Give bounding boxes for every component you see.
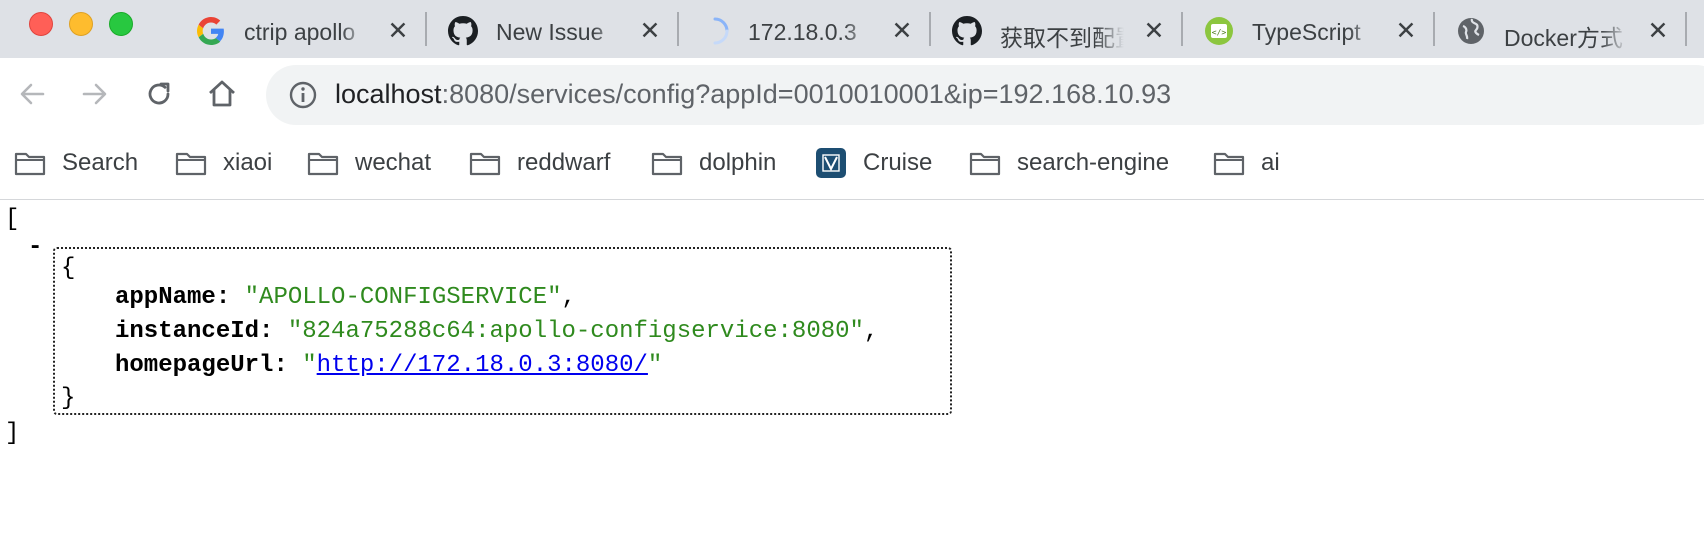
- bookmark-label: Search: [62, 149, 139, 176]
- bookmark-label: ai: [1261, 149, 1280, 176]
- tab-title: Docker方式: [1504, 25, 1623, 51]
- tab-172-18-0-3[interactable]: 172.18.0.3 ✕: [700, 6, 930, 52]
- json-field-appname: appName: "APOLLO-CONFIGSERVICE",: [115, 284, 576, 311]
- back-button[interactable]: [14, 78, 50, 114]
- github-icon: [952, 16, 982, 46]
- arrow-left-icon: [17, 79, 47, 114]
- bookmark-label: Cruise: [863, 149, 933, 176]
- collapse-toggle[interactable]: -: [28, 234, 42, 261]
- folder-icon: [651, 149, 683, 177]
- site-info-icon[interactable]: [288, 80, 318, 110]
- tab-title: ctrip apollo: [244, 19, 356, 45]
- home-icon: [206, 78, 238, 115]
- tab-title: TypeScript: [1252, 19, 1361, 45]
- minimize-window-button[interactable]: [69, 12, 93, 36]
- google-icon: [196, 16, 226, 46]
- object-close-brace: }: [61, 385, 76, 412]
- bookmark-reddwarf[interactable]: reddwarf: [469, 146, 610, 180]
- bookmark-label: wechat: [355, 149, 432, 176]
- folder-icon: [1213, 149, 1245, 177]
- close-icon[interactable]: ✕: [1646, 19, 1670, 44]
- close-window-button[interactable]: [29, 12, 53, 36]
- bookmark-label: search-engine: [1017, 149, 1170, 176]
- zoom-window-button[interactable]: [109, 12, 133, 36]
- folder-icon: [469, 149, 501, 177]
- cruise-app-icon: [815, 148, 847, 178]
- tab-config-issue[interactable]: 获取不到配置 ✕: [952, 6, 1182, 52]
- json-object[interactable]: { appName: "APOLLO-CONFIGSERVICE", insta…: [53, 247, 952, 415]
- tab-title: 获取不到配置: [1000, 25, 1124, 51]
- browser-toolbar: localhost:8080/services/config?appId=001…: [0, 58, 1704, 132]
- bookmarks-bar: Search xiaoi wechat reddwarf dolphin Cru…: [0, 132, 1704, 200]
- folder-icon: [14, 149, 46, 177]
- tab-new-issue[interactable]: New Issue ✕: [448, 6, 678, 52]
- bookmark-dolphin[interactable]: dolphin: [651, 146, 776, 180]
- bookmark-wechat[interactable]: wechat: [307, 146, 431, 180]
- bookmark-search[interactable]: Search: [14, 146, 138, 180]
- address-bar[interactable]: localhost:8080/services/config?appId=001…: [266, 65, 1704, 125]
- folder-icon: [307, 149, 339, 177]
- object-open-brace: {: [61, 255, 76, 282]
- tab-typescript[interactable]: </> TypeScript ✕: [1204, 6, 1434, 52]
- tab-strip: ctrip apollo ✕ New Issue ✕ 172.18.0.3 ✕ …: [0, 0, 1704, 58]
- array-close-bracket: ]: [5, 420, 20, 447]
- reload-button[interactable]: [141, 78, 177, 114]
- folder-icon: [175, 149, 207, 177]
- tab-separator: [1181, 12, 1183, 46]
- url-text[interactable]: localhost:8080/services/config?appId=001…: [335, 79, 1171, 110]
- json-key: homepageUrl: [115, 352, 274, 379]
- bookmark-search-engine[interactable]: search-engine: [969, 146, 1169, 180]
- bookmark-label: dolphin: [699, 149, 777, 176]
- tab-separator: [1433, 12, 1435, 46]
- json-viewer: [ - { appName: "APOLLO-CONFIGSERVICE", i…: [0, 200, 1704, 556]
- code-icon: </>: [1204, 16, 1234, 46]
- svg-text:</>: </>: [1212, 28, 1227, 37]
- json-string-value: APOLLO-CONFIGSERVICE: [259, 284, 548, 311]
- bookmark-cruise[interactable]: Cruise: [815, 146, 932, 180]
- json-field-instanceid: instanceId: "824a75288c64:apollo-configs…: [115, 318, 879, 345]
- array-open-bracket: [: [5, 206, 20, 233]
- forward-button[interactable]: [77, 78, 113, 114]
- json-key: instanceId: [115, 318, 260, 345]
- bookmark-label: reddwarf: [517, 149, 611, 176]
- github-icon: [448, 16, 478, 46]
- homepage-url-link[interactable]: http://172.18.0.3:8080/: [317, 352, 648, 379]
- tab-docker[interactable]: Docker方式 ✕: [1456, 6, 1686, 52]
- bookmark-ai[interactable]: ai: [1213, 146, 1280, 180]
- tab-separator: [677, 12, 679, 46]
- tab-ctrip-apollo[interactable]: ctrip apollo ✕: [196, 6, 426, 52]
- tab-separator: [929, 12, 931, 46]
- url-path: :8080/services/config?appId=0010010001&i…: [441, 79, 1172, 109]
- folder-icon: [969, 149, 1001, 177]
- tab-title: 172.18.0.3: [748, 19, 857, 45]
- close-icon[interactable]: ✕: [1394, 19, 1418, 44]
- close-icon[interactable]: ✕: [1142, 19, 1166, 44]
- url-host: localhost: [335, 79, 442, 109]
- close-icon[interactable]: ✕: [638, 19, 662, 44]
- json-field-homepageurl: homepageUrl: "http://172.18.0.3:8080/": [115, 352, 663, 379]
- bookmark-label: xiaoi: [223, 149, 273, 176]
- bookmark-xiaoi[interactable]: xiaoi: [175, 146, 272, 180]
- globe-icon: [1456, 16, 1486, 46]
- json-string-value: 824a75288c64:apollo-configservice:8080: [302, 318, 850, 345]
- home-button[interactable]: [204, 78, 240, 114]
- tab-title: New Issue: [496, 19, 604, 45]
- loading-spinner-icon: [700, 16, 730, 46]
- reload-icon: [144, 79, 174, 114]
- tab-separator: [1685, 12, 1687, 46]
- tab-separator: [425, 12, 427, 46]
- arrow-right-icon: [80, 79, 110, 114]
- close-icon[interactable]: ✕: [386, 19, 410, 44]
- close-icon[interactable]: ✕: [890, 19, 914, 44]
- json-key: appName: [115, 284, 216, 311]
